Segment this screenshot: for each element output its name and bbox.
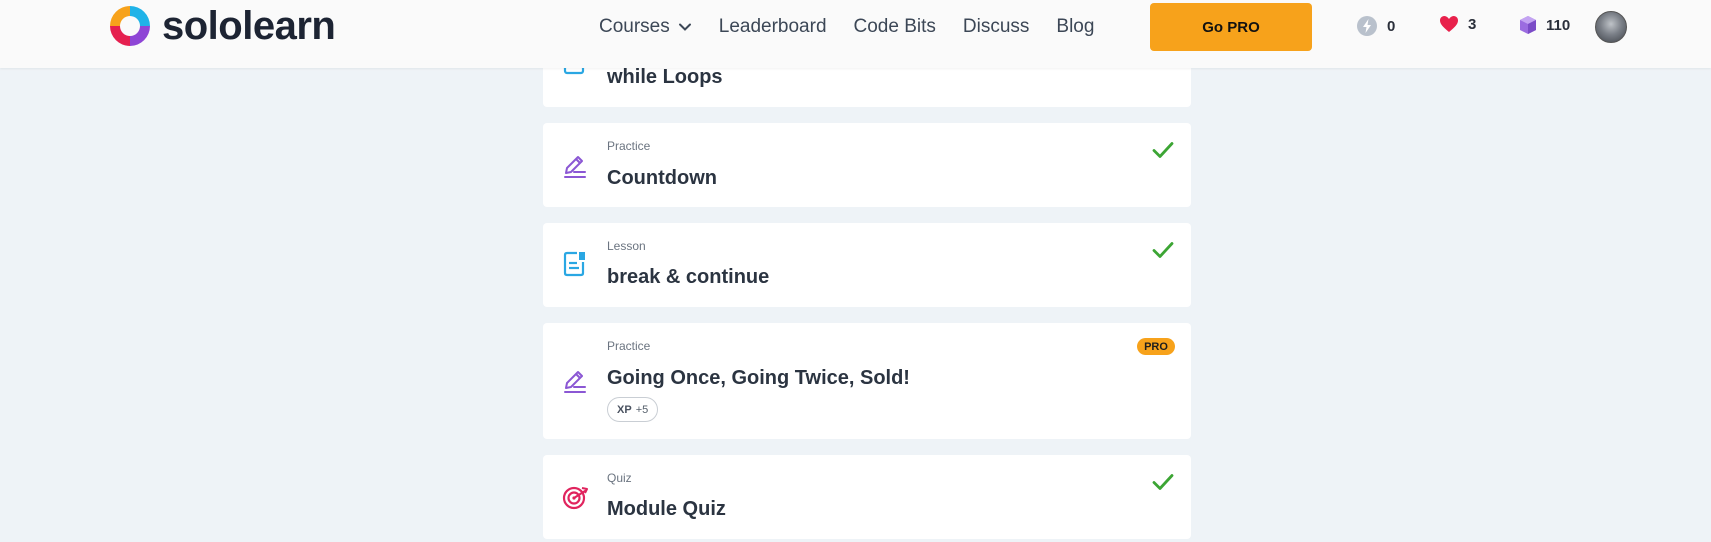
lesson-card-break-continue[interactable]: Lesson break & continue [543,223,1191,307]
streak-count: 0 [1387,17,1396,35]
lightning-icon [1357,16,1377,36]
user-avatar[interactable] [1595,11,1627,43]
pencil-practice-icon [564,371,586,393]
checkmark-icon [1152,142,1174,158]
heart-icon [1440,16,1458,32]
nav-code-bits[interactable]: Code Bits [854,14,936,40]
item-type: Practice [607,139,651,153]
item-title: Module Quiz [607,498,726,520]
item-type: Lesson [607,239,646,253]
nav-courses[interactable]: Courses [599,14,692,40]
item-title: Countdown [607,167,717,189]
item-title: break & continue [607,266,770,288]
checkmark-icon [1152,474,1174,490]
xp-reward-pill: XP +5 [607,397,659,422]
bit-cube-icon [1520,16,1536,34]
lesson-icon [563,251,585,277]
nav-leaderboard[interactable]: Leaderboard [719,14,827,40]
target-quiz-icon [562,486,588,510]
sololearn-logo[interactable]: sololearn [106,2,336,50]
go-pro-button[interactable]: Go PRO [1150,3,1312,51]
hearts-stat[interactable]: 3 [1439,15,1476,33]
item-type: Quiz [607,471,632,485]
sololearn-logo-icon [110,6,150,46]
chevron-down-icon [678,23,691,31]
checkmark-icon [1152,242,1174,258]
nav-blog[interactable]: Blog [1056,14,1094,40]
streak-stat[interactable]: 0 [1356,15,1395,37]
pro-badge: PRO [1137,338,1175,355]
item-type: Practice [607,339,651,353]
xp-label: XP [617,403,632,416]
nav-courses-label: Courses [599,16,670,37]
pencil-practice-icon [564,156,586,178]
brand-name: sololearn [162,4,336,48]
main-nav: Courses Leaderboard Code Bits Discuss Bl… [599,14,1121,40]
practice-card-countdown[interactable]: Practice Countdown [543,123,1191,207]
xp-value: +5 [635,403,649,416]
bits-count: 110 [1546,16,1571,34]
item-title: Going Once, Going Twice, Sold! [607,367,910,389]
top-navbar: sololearn Courses Leaderboard Code Bits … [0,0,1711,68]
nav-discuss[interactable]: Discuss [963,14,1030,40]
practice-card-going-once[interactable]: Practice Going Once, Going Twice, Sold! … [543,323,1191,439]
item-title: while Loops [607,66,723,88]
bits-stat[interactable]: 110 [1519,15,1570,35]
quiz-card-module-quiz[interactable]: Quiz Module Quiz [543,455,1191,539]
hearts-count: 3 [1468,15,1477,33]
